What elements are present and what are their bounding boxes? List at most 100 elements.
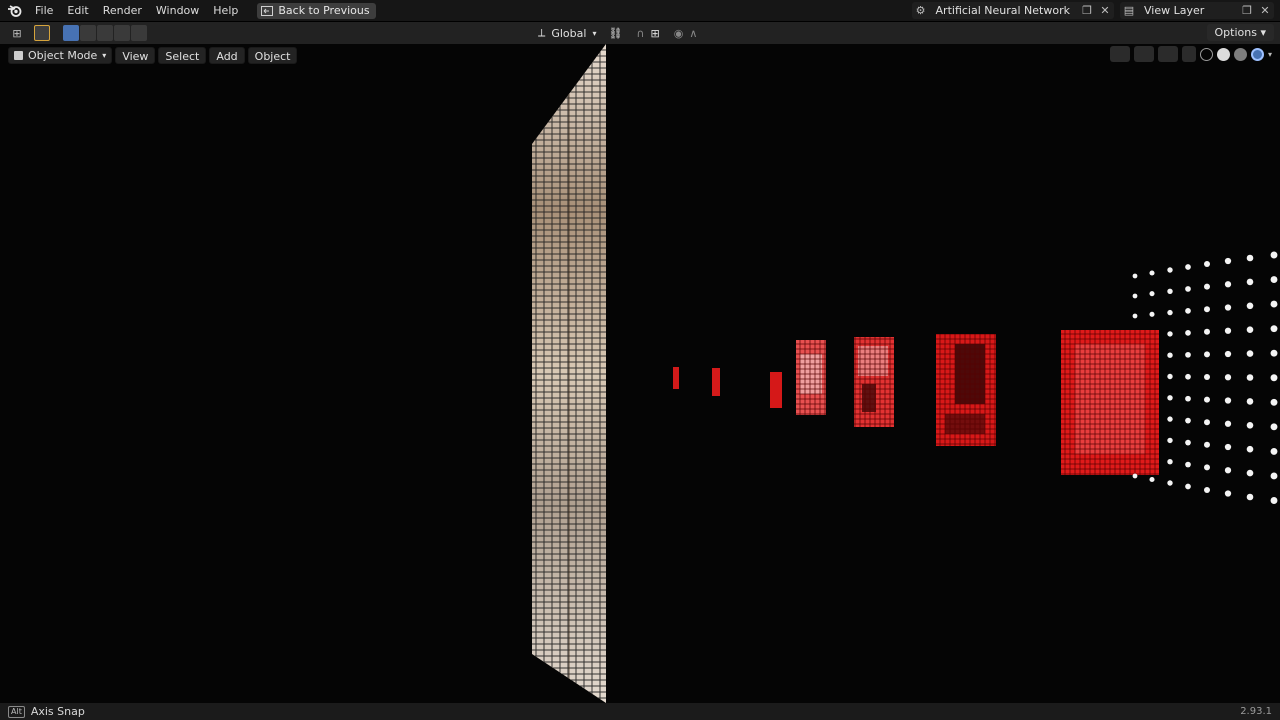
menu-select[interactable]: Select xyxy=(158,46,207,64)
neuron-dot xyxy=(1246,445,1254,453)
neuron-dot xyxy=(1185,439,1191,446)
neuron-dot xyxy=(1167,309,1173,316)
neuron-dot xyxy=(1246,302,1254,310)
menu-window[interactable]: Window xyxy=(149,0,206,21)
view-layer-icon: ▤ xyxy=(1123,4,1135,17)
menu-add[interactable]: Add xyxy=(209,46,245,64)
neuron-dot xyxy=(1246,254,1254,262)
gizmo-icon[interactable] xyxy=(1133,46,1154,62)
neuron-dot xyxy=(1204,487,1210,493)
chevron-down-icon[interactable]: ▾ xyxy=(1268,50,1272,59)
neuron-dot xyxy=(1204,261,1210,267)
blender-logo-icon[interactable] xyxy=(0,0,28,21)
options-button[interactable]: Options ▾ xyxy=(1206,24,1274,41)
pivot-link-icon[interactable]: ⛓ xyxy=(608,27,622,40)
feature-map-1 xyxy=(796,340,826,415)
scene-name: Artificial Neural Network xyxy=(935,4,1070,17)
neuron-dot xyxy=(1270,472,1278,480)
object-mode-icon xyxy=(14,50,23,60)
neuron-dot xyxy=(1204,374,1210,380)
select-tool[interactable] xyxy=(34,25,51,41)
chevron-down-icon: ▾ xyxy=(102,50,107,60)
wireframe-shading-icon[interactable] xyxy=(1199,47,1213,61)
neuron-dot xyxy=(1270,349,1278,357)
neuron-dot xyxy=(1224,281,1232,288)
neuron-dot xyxy=(1246,422,1254,429)
neuron-dot xyxy=(1204,328,1210,335)
neuron-layer-3 xyxy=(770,372,782,408)
menu-object[interactable]: Object xyxy=(247,46,298,64)
menu-edit[interactable]: Edit xyxy=(60,0,95,21)
options-label: Options xyxy=(1214,26,1257,39)
back-to-previous-button[interactable]: Back to Previous xyxy=(257,2,376,19)
neuron-dot xyxy=(1270,325,1278,333)
neuron-dot xyxy=(1185,461,1191,468)
object-mode-dropdown[interactable]: Object Mode ▾ xyxy=(8,46,113,64)
status-hint: Axis Snap xyxy=(30,705,85,718)
back-to-previous-label: Back to Previous xyxy=(278,4,370,17)
neuron-layer-1 xyxy=(673,367,679,389)
neuron-dot xyxy=(1167,459,1173,465)
neuron-dot xyxy=(1246,398,1254,405)
overlays-icon[interactable] xyxy=(1157,46,1178,62)
menu-view[interactable]: View xyxy=(115,46,156,64)
neuron-dot xyxy=(1132,293,1138,299)
neuron-dot xyxy=(1224,374,1232,381)
neuron-dot xyxy=(1185,395,1191,402)
neuron-dot xyxy=(1132,273,1138,279)
material-shading-icon[interactable] xyxy=(1233,47,1247,61)
snap-magnet-icon[interactable]: ∩ xyxy=(636,27,644,40)
orientation-axes-icon: ⟂ xyxy=(538,26,546,39)
xray-icon[interactable] xyxy=(1181,46,1196,62)
select-invert-icon[interactable] xyxy=(114,25,130,41)
neuron-dot xyxy=(1167,352,1173,358)
neuron-dot xyxy=(1185,286,1191,292)
status-bar: Alt Axis Snap 2.93.1 xyxy=(0,703,1280,720)
neuron-dot xyxy=(1246,350,1254,357)
select-cursor-icon[interactable] xyxy=(34,25,50,41)
neuron-dot xyxy=(1246,469,1254,477)
menu-help[interactable]: Help xyxy=(206,0,245,21)
rendered-shading-icon[interactable] xyxy=(1250,47,1264,61)
new-view-layer-icon[interactable]: ❐ xyxy=(1238,2,1256,19)
neuron-dot xyxy=(1224,443,1232,451)
neuron-dot xyxy=(1167,437,1173,444)
editor-type-selector[interactable]: ⊞ xyxy=(8,25,26,42)
solid-shading-icon[interactable] xyxy=(1216,47,1230,61)
visibility-icon[interactable] xyxy=(1109,46,1130,62)
3d-viewport[interactable] xyxy=(0,44,1280,703)
scene-selector[interactable]: ⚙ Artificial Neural Network ❐ ✕ xyxy=(911,2,1114,19)
workspace-selectors: ⚙ Artificial Neural Network ❐ ✕ ▤ View L… xyxy=(911,0,1280,21)
neuron-dot xyxy=(1149,476,1155,483)
menu-file[interactable]: File xyxy=(28,0,60,21)
feature-map-3 xyxy=(936,334,996,446)
top-menu-bar: File Edit Render Window Help Back to Pre… xyxy=(0,0,1280,21)
neuron-dot xyxy=(1185,308,1191,314)
neuron-dot xyxy=(1224,467,1232,474)
transform-orientation[interactable]: ⟂ Global ▾ ⛓ ∩ ⊞ ◉ ∧ xyxy=(538,24,697,42)
neuron-dot xyxy=(1270,423,1278,431)
falloff-curve-icon[interactable]: ∧ xyxy=(689,27,697,40)
viewport-shading-controls: ▾ xyxy=(1109,46,1272,62)
menu-render[interactable]: Render xyxy=(96,0,149,21)
close-view-layer-icon[interactable]: ✕ xyxy=(1256,2,1274,19)
neuron-dot xyxy=(1224,304,1232,311)
select-extend-icon[interactable] xyxy=(80,25,96,41)
select-new-icon[interactable] xyxy=(63,25,79,41)
close-scene-icon[interactable]: ✕ xyxy=(1096,2,1114,19)
chevron-down-icon: ▾ xyxy=(592,28,597,38)
new-scene-icon[interactable]: ❐ xyxy=(1078,2,1096,19)
neuron-dot xyxy=(1270,447,1278,455)
view-layer-selector[interactable]: ▤ View Layer ❐ ✕ xyxy=(1120,2,1274,19)
select-intersect-icon[interactable] xyxy=(131,25,147,41)
object-mode-label: Object Mode xyxy=(28,48,98,62)
snap-target-icon[interactable]: ⊞ xyxy=(650,27,659,40)
neuron-dot xyxy=(1185,373,1191,380)
select-subtract-icon[interactable] xyxy=(97,25,113,41)
viewport-header: Object Mode ▾ View Select Add Object xyxy=(0,44,1280,66)
neuron-dot xyxy=(1246,326,1254,334)
neuron-dot xyxy=(1204,419,1210,426)
neuron-dot xyxy=(1270,251,1278,259)
neuron-dot xyxy=(1185,417,1191,424)
proportional-edit-icon[interactable]: ◉ xyxy=(674,27,684,40)
